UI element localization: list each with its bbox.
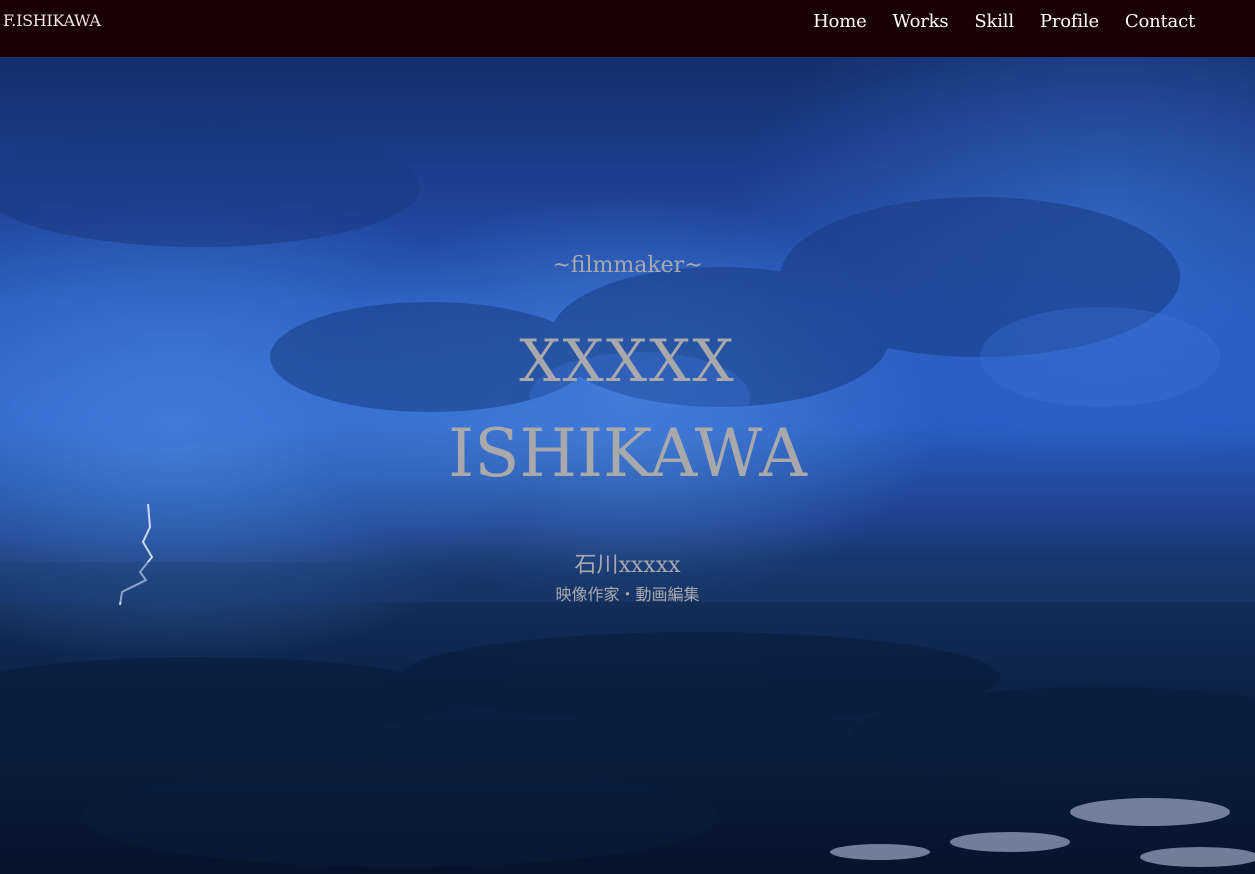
- nav-item-profile: Profile: [1040, 11, 1099, 32]
- hero-japanese-role: 映像作家・動画編集: [555, 585, 700, 604]
- nav-link-home[interactable]: Home: [813, 11, 867, 32]
- nav-link-contact[interactable]: Contact: [1125, 11, 1195, 32]
- hero-first-name: XXXXX: [519, 327, 736, 395]
- top-navbar: F.ISHIKAWA Home Works Skill Profile Cont…: [0, 0, 1255, 57]
- brand-logo-link[interactable]: F.ISHIKAWA: [3, 11, 101, 30]
- hero-last-name: ISHIKAWA: [448, 415, 807, 492]
- nav-item-home: Home: [813, 11, 867, 32]
- nav-link-profile[interactable]: Profile: [1040, 11, 1099, 32]
- main-nav: Home Works Skill Profile Contact: [813, 11, 1195, 32]
- hero-tagline: ~filmmaker~: [552, 253, 703, 278]
- nav-item-skill: Skill: [974, 11, 1014, 32]
- hero-japanese-name: 石川xxxxx: [574, 553, 681, 578]
- hero-title-block: ~filmmaker~ XXXXX ISHIKAWA 石川xxxxx 映像作家・…: [0, 57, 1255, 874]
- nav-item-contact: Contact: [1125, 11, 1195, 32]
- nav-link-skill[interactable]: Skill: [974, 11, 1014, 32]
- nav-link-works[interactable]: Works: [893, 11, 949, 32]
- page: F.ISHIKAWA Home Works Skill Profile Cont…: [0, 0, 1255, 874]
- nav-item-works: Works: [893, 11, 949, 32]
